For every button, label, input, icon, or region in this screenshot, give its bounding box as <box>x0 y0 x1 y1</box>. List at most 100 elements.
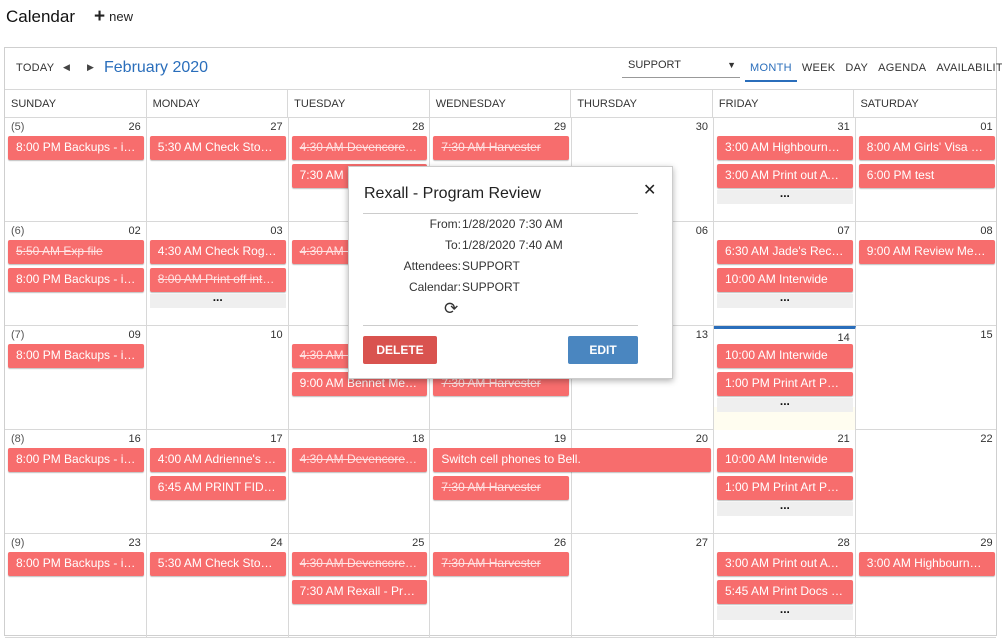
day-cell[interactable]: 26 <box>430 534 573 638</box>
calendar-event[interactable]: 8:00 AM Girls' Visa Re... <box>858 136 995 160</box>
more-events-indicator[interactable]: ... <box>149 291 286 308</box>
calendar-event[interactable]: 3:00 AM Print out AT&... <box>717 164 853 188</box>
calendar-event[interactable]: 8:00 PM Backups - iPo... <box>8 448 144 472</box>
calendar-event[interactable]: 4:30 AM Devencore S... <box>291 552 428 576</box>
day-number[interactable]: 23 <box>129 537 141 549</box>
day-number[interactable]: 06 <box>696 225 708 237</box>
calendar-event[interactable]: 10:00 AM Interwide <box>717 344 853 368</box>
day-cell[interactable]: 10 <box>147 326 289 430</box>
calendar-event[interactable]: 6:00 PM test <box>858 164 995 188</box>
calendar-event[interactable]: 6:30 AM Jade's Recei... <box>717 240 853 264</box>
day-number[interactable]: 24 <box>270 537 282 549</box>
day-number[interactable]: 15 <box>980 329 992 341</box>
today-button[interactable]: TODAY <box>16 62 54 74</box>
calendar-event[interactable]: 6:45 AM PRINT FIDO /... <box>149 476 286 500</box>
day-number[interactable]: 01 <box>980 121 992 133</box>
more-events-indicator[interactable]: ... <box>717 499 853 516</box>
next-arrow-icon[interactable]: ▶ <box>87 62 94 73</box>
day-cell[interactable]: 29 <box>856 534 998 638</box>
calendar-event[interactable]: 8:00 PM Backups - iPo... <box>8 268 144 292</box>
day-cell[interactable]: 27 <box>147 118 289 222</box>
more-events-indicator[interactable]: ... <box>717 603 853 620</box>
day-cell[interactable]: 22 <box>856 430 998 534</box>
calendar-event[interactable]: 10:00 AM Interwide <box>717 448 853 472</box>
day-number[interactable]: 31 <box>838 121 850 133</box>
day-number[interactable]: 20 <box>696 433 708 445</box>
calendar-event[interactable]: 3:00 AM Highbourne R... <box>717 136 853 160</box>
day-cell[interactable]: 20 <box>572 430 714 534</box>
day-number[interactable]: 28 <box>838 537 850 549</box>
day-number[interactable]: 29 <box>980 537 992 549</box>
calendar-event[interactable]: 3:00 AM Print out AT&... <box>717 552 853 576</box>
day-number[interactable]: 02 <box>129 225 141 237</box>
day-number[interactable]: 29 <box>554 121 566 133</box>
day-number[interactable]: 26 <box>129 121 141 133</box>
calendar-select[interactable]: SUPPORT ▼ <box>622 56 740 78</box>
calendar-event[interactable]: Switch cell phones to Bell. <box>433 448 711 472</box>
day-cell[interactable]: (8) 16 <box>5 430 147 534</box>
calendar-event[interactable]: 1:00 PM Print Art Phot... <box>717 476 853 500</box>
day-number[interactable]: 08 <box>980 225 992 237</box>
calendar-event[interactable]: 3:00 AM Highbourne R... <box>858 552 995 576</box>
more-events-indicator[interactable]: ... <box>717 291 853 308</box>
day-number[interactable]: 30 <box>696 121 708 133</box>
calendar-event[interactable]: 7:30 AM Harvester <box>433 552 570 576</box>
day-cell[interactable]: 27 <box>572 534 714 638</box>
day-cell[interactable]: (5) 26 <box>5 118 147 222</box>
view-tab-agenda[interactable]: AGENDA <box>873 48 931 82</box>
calendar-event[interactable]: 8:00 AM Print off inter... <box>149 268 286 292</box>
edit-button[interactable]: EDIT <box>568 336 638 364</box>
calendar-event[interactable]: 5:50 AM Exp file <box>8 240 144 264</box>
day-number[interactable]: 18 <box>412 433 424 445</box>
calendar-event[interactable]: 8:00 PM Backups - iPo... <box>8 344 144 368</box>
calendar-event[interactable]: 5:45 AM Print Docs in ... <box>717 580 853 604</box>
day-cell[interactable]: (7) 09 <box>5 326 147 430</box>
calendar-event[interactable]: 10:00 AM Interwide <box>717 268 853 292</box>
day-number[interactable]: 07 <box>838 225 850 237</box>
refresh-icon[interactable]: ⟳ <box>444 299 458 319</box>
day-number[interactable]: 21 <box>838 433 850 445</box>
day-cell[interactable]: 15 <box>856 326 998 430</box>
day-cell[interactable]: (9) 23 <box>5 534 147 638</box>
delete-button[interactable]: DELETE <box>363 336 437 364</box>
day-number[interactable]: 17 <box>270 433 282 445</box>
day-number[interactable]: 27 <box>270 121 282 133</box>
day-number[interactable]: 03 <box>270 225 282 237</box>
day-number[interactable]: 26 <box>554 537 566 549</box>
day-cell[interactable]: 24 <box>147 534 289 638</box>
calendar-event[interactable]: 5:30 AM Check Stock ... <box>149 136 286 160</box>
calendar-event[interactable]: 4:30 AM Devencore S... <box>291 448 428 472</box>
new-event-button[interactable]: + new <box>94 7 133 26</box>
view-tab-week[interactable]: WEEK <box>797 48 841 82</box>
day-number[interactable]: 25 <box>412 537 424 549</box>
calendar-event[interactable]: 4:30 AM Check Roger... <box>149 240 286 264</box>
calendar-event[interactable]: 5:30 AM Check Stock ... <box>149 552 286 576</box>
calendar-event[interactable]: 7:30 AM Rexall - Progr... <box>291 580 428 604</box>
calendar-event[interactable]: 4:00 AM Adrienne's Ta... <box>149 448 286 472</box>
more-events-indicator[interactable]: ... <box>717 187 853 204</box>
day-number[interactable]: 14 <box>838 332 850 344</box>
calendar-event[interactable]: 1:00 PM Print Art Phot... <box>717 372 853 396</box>
day-number[interactable]: 13 <box>696 329 708 341</box>
day-cell[interactable]: 08 <box>856 222 998 326</box>
day-number[interactable]: 10 <box>270 329 282 341</box>
day-number[interactable]: 27 <box>696 537 708 549</box>
view-tab-day[interactable]: DAY <box>840 48 873 82</box>
day-cell[interactable]: 18 <box>289 430 431 534</box>
view-tab-month[interactable]: MONTH <box>745 48 797 82</box>
day-number[interactable]: 16 <box>129 433 141 445</box>
calendar-event[interactable]: 4:30 AM Devencore S... <box>291 136 428 160</box>
prev-arrow-icon[interactable]: ◀ <box>63 62 70 73</box>
calendar-event[interactable]: 8:00 PM Backups - iPo... <box>8 136 144 160</box>
calendar-event[interactable]: 9:00 AM Review Meda... <box>858 240 995 264</box>
calendar-event[interactable]: 7:30 AM Harvester <box>433 476 570 500</box>
day-number[interactable]: 28 <box>412 121 424 133</box>
day-number[interactable]: 22 <box>980 433 992 445</box>
calendar-event[interactable]: 7:30 AM Harvester <box>433 136 570 160</box>
close-icon[interactable]: ✕ <box>643 180 656 200</box>
calendar-event[interactable]: 8:00 PM Backups - iPo... <box>8 552 144 576</box>
day-number[interactable]: 09 <box>129 329 141 341</box>
day-number[interactable]: 19 <box>554 433 566 445</box>
view-tab-availability[interactable]: AVAILABILITY <box>931 48 1002 82</box>
more-events-indicator[interactable]: ... <box>717 395 853 412</box>
